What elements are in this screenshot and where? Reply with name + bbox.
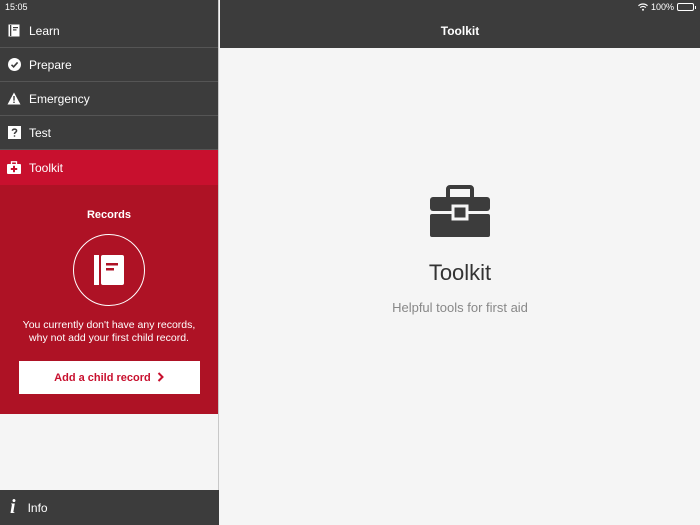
sidebar-item-label: Learn [29,23,60,38]
add-child-record-label: Add a child record [54,371,151,384]
sidebar-item-emergency[interactable]: Emergency [0,82,218,116]
sidebar-item-label: Toolkit [29,160,64,175]
status-right: 100% [638,2,696,12]
sidebar: Learn Prepare Emergency Test Toolkit Rec… [0,0,219,525]
info-button[interactable]: i Info [0,490,219,525]
medical-kit-icon [7,161,21,175]
sidebar-item-label: Prepare [29,57,72,72]
warning-triangle-icon [7,92,21,106]
records-panel: Records You currently don't have any rec… [0,185,218,414]
status-time: 15:05 [5,2,28,12]
sidebar-item-prepare[interactable]: Prepare [0,48,218,82]
wifi-icon [638,3,648,11]
record-book-icon [73,234,145,306]
sidebar-item-toolkit[interactable]: Toolkit [0,150,218,185]
main-panel: Toolkit Toolkit Helpful tools for first … [220,0,700,525]
toolkit-content: Toolkit Helpful tools for first aid [220,185,700,315]
battery-percent: 100% [650,2,674,12]
sidebar-item-test[interactable]: Test [0,116,218,150]
book-icon [7,24,21,38]
page-subtitle: Helpful tools for first aid [392,300,528,315]
nav-bar-title: Toolkit [440,24,480,38]
chevron-right-icon [157,371,164,382]
status-bar: 15:05 100% [0,0,700,14]
records-empty-message: You currently don't have any records, wh… [22,319,196,344]
add-child-record-button[interactable]: Add a child record [18,361,200,394]
sidebar-item-label: Emergency [29,91,90,106]
question-box-icon [7,126,21,140]
page-title: Toolkit [428,260,492,285]
info-icon: i [10,496,16,518]
info-label: Info [27,500,48,515]
sidebar-item-label: Test [29,125,52,140]
toolbox-icon [220,185,700,242]
battery-icon [677,3,696,11]
checkmark-circle-icon [7,58,21,72]
records-title: Records [86,209,132,221]
